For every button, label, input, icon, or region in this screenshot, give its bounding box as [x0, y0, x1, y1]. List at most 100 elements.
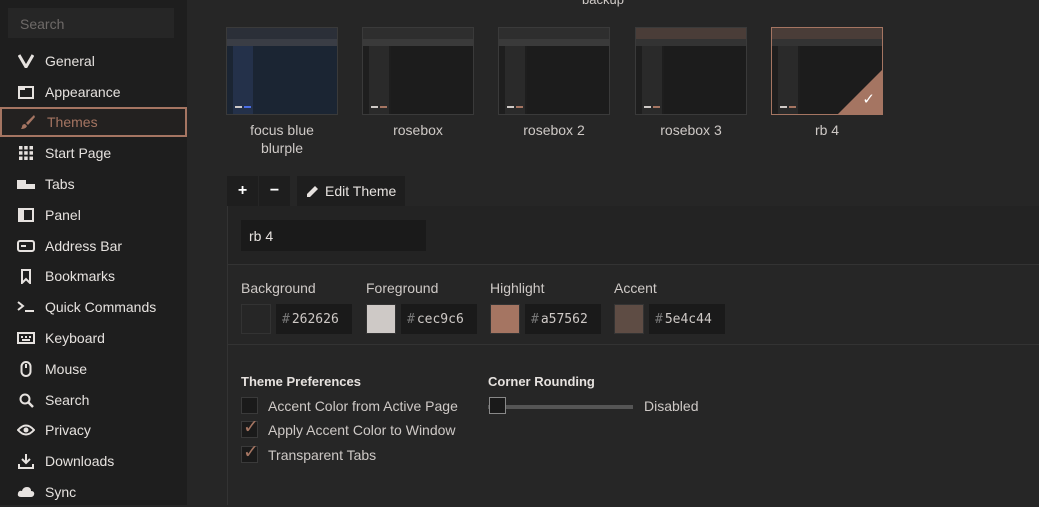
sidebar-item-general[interactable]: General: [0, 46, 187, 76]
sidebar-item-search[interactable]: Search: [0, 385, 187, 415]
theme-card-rb-4[interactable]: ✓ rb 4: [771, 27, 883, 139]
remove-theme-button[interactable]: −: [259, 176, 291, 206]
theme-card-rosebox[interactable]: rosebox: [362, 27, 474, 139]
color-label: Background: [241, 280, 316, 296]
checkmark-icon: ✓: [862, 91, 875, 108]
sidebar-item-label: Downloads: [45, 453, 115, 469]
checkbox-box[interactable]: ✓: [241, 417, 259, 438]
theme-card-rosebox-2[interactable]: rosebox 2: [498, 27, 610, 139]
keyboard-icon: [17, 330, 35, 346]
sidebar-item-appearance[interactable]: Appearance: [0, 77, 187, 107]
sidebar-item-privacy[interactable]: Privacy: [0, 415, 187, 445]
theme-name: rosebox 2: [523, 122, 585, 138]
sidebar-item-label: Panel: [45, 207, 81, 223]
theme-name: rosebox: [393, 122, 443, 138]
sidebar-item-label: Address Bar: [45, 238, 123, 254]
checkmark-icon: ✓: [243, 442, 259, 463]
theme-name: rosebox 3: [660, 122, 722, 138]
color-accent: Accent #5e4c44: [614, 280, 725, 334]
sidebar-item-label: Quick Commands: [45, 299, 157, 315]
sidebar-item-label: Bookmarks: [45, 268, 116, 284]
cloud-icon: [17, 484, 35, 500]
vivaldi-v-icon: [17, 53, 35, 69]
corner-rounding-slider-handle[interactable]: [489, 397, 506, 414]
color-foreground: Foreground # cec9c6: [366, 280, 477, 334]
tab-label: Edit Theme: [325, 183, 397, 199]
accent-from-page-checkbox[interactable]: Accent Color from Active Page: [241, 397, 458, 414]
theme-name: rb 4: [814, 122, 840, 138]
grid-icon: [17, 145, 35, 161]
color-swatch[interactable]: [490, 304, 520, 334]
brush-icon: [19, 114, 37, 130]
command-prompt-icon: [17, 299, 35, 315]
sidebar-item-label: Tabs: [45, 176, 75, 192]
theme-thumbnail-selected[interactable]: ✓: [771, 27, 883, 115]
color-label: Accent: [614, 280, 657, 296]
sidebar-item-tabs[interactable]: Tabs: [0, 169, 187, 199]
sidebar-item-themes[interactable]: Themes: [0, 107, 187, 137]
accent-to-window-checkbox[interactable]: ✓ Apply Accent Color to Window: [241, 417, 456, 438]
tabs-icon: [17, 176, 35, 192]
sidebar-item-quick-commands[interactable]: Quick Commands: [0, 292, 187, 322]
sidebar-item-sync[interactable]: Sync: [0, 477, 187, 507]
color-swatch[interactable]: [241, 304, 271, 334]
corner-rounding-value: Disabled: [644, 398, 699, 414]
theme-card-rosebox-3[interactable]: rosebox 3: [635, 27, 747, 139]
sidebar-item-panel[interactable]: Panel: [0, 200, 187, 230]
download-icon: [17, 453, 35, 469]
themes-main: backup focus blue blurple rosebox rosebo…: [187, 0, 1039, 505]
color-hex-input[interactable]: # a57562: [525, 304, 601, 334]
sidebar-item-bookmarks[interactable]: Bookmarks: [0, 261, 187, 291]
folder-window-icon: [17, 84, 35, 100]
checkbox-box[interactable]: [241, 397, 258, 414]
color-swatch[interactable]: [614, 304, 644, 334]
theme-thumbnail[interactable]: [362, 27, 474, 115]
sidebar-item-mouse[interactable]: Mouse: [0, 354, 187, 384]
theme-thumbnail[interactable]: [498, 27, 610, 115]
sidebar-item-label: Sync: [45, 484, 77, 500]
theme-preferences-heading: Theme Preferences: [241, 374, 361, 389]
checkbox-label: Accent Color from Active Page: [268, 397, 458, 414]
mouse-icon: [17, 361, 35, 377]
corner-rounding-track[interactable]: [488, 405, 633, 409]
sidebar-item-label: Appearance: [45, 84, 121, 100]
settings-search-input[interactable]: Search: [8, 8, 174, 38]
bookmark-icon: [17, 268, 35, 284]
color-hex-input[interactable]: # cec9c6: [401, 304, 477, 334]
theme-thumbnail[interactable]: [635, 27, 747, 115]
add-theme-button[interactable]: +: [227, 176, 259, 206]
settings-sidebar: Search General Appearance Themes Start P…: [0, 0, 187, 505]
theme-name-row: rb 4: [228, 206, 1039, 265]
color-hex-input[interactable]: #262626: [276, 304, 352, 334]
pencil-icon: [306, 185, 319, 198]
selected-corner: [838, 70, 882, 114]
theme-preferences-section: Theme Preferences Accent Color from Acti…: [228, 345, 1039, 505]
sidebar-item-label: Keyboard: [45, 330, 105, 346]
sidebar-item-downloads[interactable]: Downloads: [0, 446, 187, 476]
tab-edit-theme[interactable]: Edit Theme: [297, 176, 406, 206]
color-swatch[interactable]: [366, 304, 396, 334]
color-highlight: Highlight # a57562: [490, 280, 601, 334]
eye-icon: [17, 422, 35, 438]
address-bar-icon: [17, 238, 35, 254]
transparent-tabs-checkbox[interactable]: ✓ Transparent Tabs: [241, 442, 376, 463]
search-icon: [17, 392, 35, 408]
color-label: Foreground: [366, 280, 439, 296]
checkbox-box[interactable]: ✓: [241, 442, 259, 463]
sidebar-item-label: Mouse: [45, 361, 88, 377]
sidebar-item-label: Search: [45, 392, 90, 408]
theme-colors-row: Background #262626 Foreground # cec9c6 Hi…: [228, 265, 1039, 345]
theme-thumbnail[interactable]: [226, 27, 338, 115]
theme-editor-panel: rb 4 Background #262626 Foreground # cec9…: [227, 206, 1039, 505]
color-hex-input[interactable]: #5e4c44: [649, 304, 725, 334]
checkbox-label: Apply Accent Color to Window: [268, 421, 456, 438]
sidebar-item-label: General: [45, 53, 95, 69]
corner-rounding-heading: Corner Rounding: [488, 374, 595, 389]
sidebar-item-address-bar[interactable]: Address Bar: [0, 231, 187, 261]
theme-card-focus-blue-blurple[interactable]: focus blue blurple: [226, 27, 338, 157]
sidebar-item-keyboard[interactable]: Keyboard: [0, 323, 187, 353]
theme-name-input[interactable]: rb 4: [241, 220, 426, 251]
checkmark-icon: ✓: [243, 417, 259, 438]
sidebar-item-start-page[interactable]: Start Page: [0, 138, 187, 168]
panel-icon: [17, 207, 35, 223]
